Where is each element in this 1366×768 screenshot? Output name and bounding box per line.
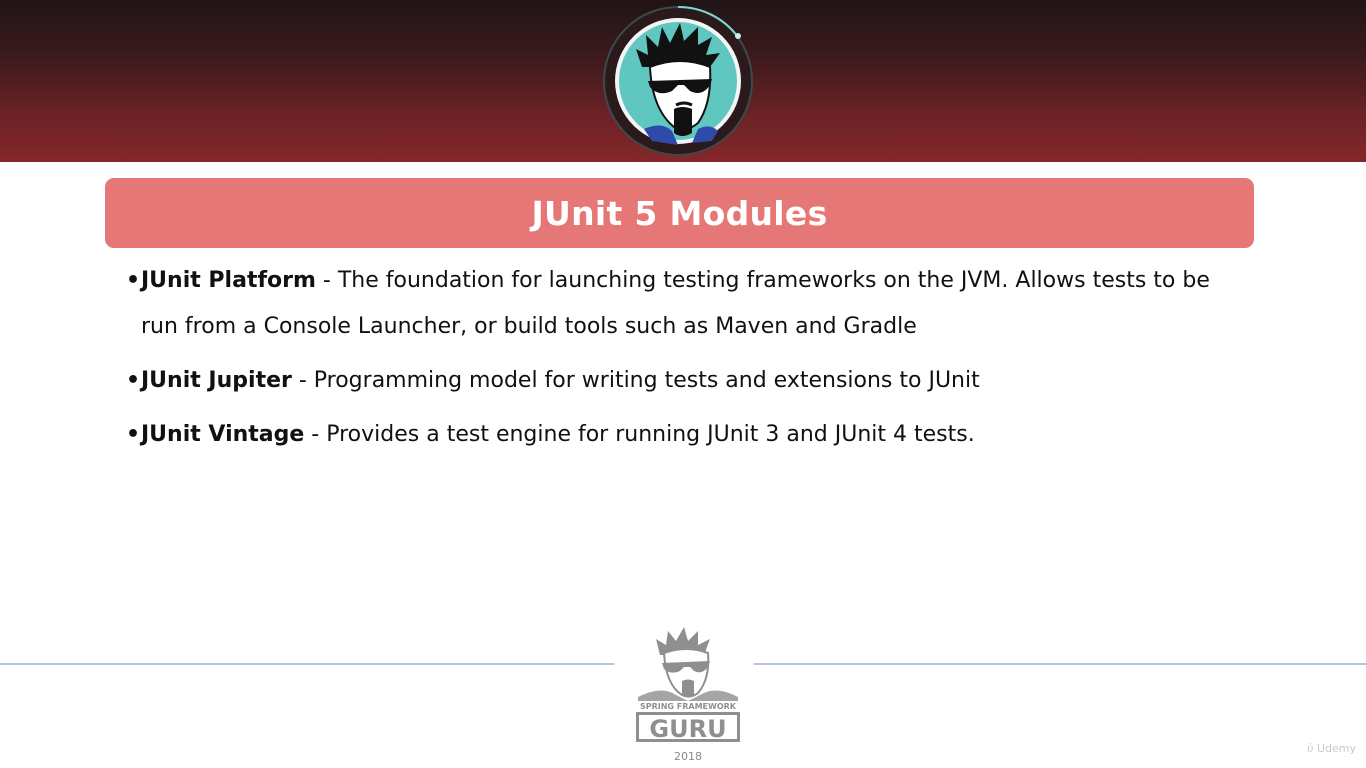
bullet-term: JUnit Vintage xyxy=(141,422,305,447)
presenter-avatar xyxy=(602,5,754,157)
slide-title: JUnit 5 Modules xyxy=(531,193,828,233)
bullet-description: - Programming model for writing tests an… xyxy=(291,368,980,393)
udemy-logo-icon: ὐ xyxy=(1307,742,1317,755)
bullet-item-junit-jupiter: • JUnit Jupiter - Programming model for w… xyxy=(126,358,1246,404)
footer-divider-right xyxy=(754,663,1366,665)
guru-logo-icon: SPRING FRAMEWORK GURU xyxy=(636,627,740,743)
logo-top-text: SPRING FRAMEWORK xyxy=(640,702,737,711)
bullet-icon: • xyxy=(126,368,141,393)
bullet-term: JUnit Platform xyxy=(141,268,316,293)
footer-divider-left xyxy=(0,663,614,665)
bullet-list: • JUnit Platform - The foundation for lau… xyxy=(126,258,1246,466)
slide-title-bar: JUnit 5 Modules xyxy=(105,178,1254,248)
spring-framework-guru-logo: SPRING FRAMEWORK GURU xyxy=(632,625,744,745)
footer-year: 2018 xyxy=(674,750,702,763)
slide: JUnit 5 Modules • JUnit Platform - The fo… xyxy=(0,0,1366,768)
udemy-watermark: ὐ Udemy xyxy=(1307,742,1356,755)
avatar-illustration xyxy=(603,5,753,156)
bullet-description: - Provides a test engine for running JUn… xyxy=(304,422,975,447)
bullet-item-junit-vintage: • JUnit Vintage - Provides a test engine … xyxy=(126,412,1246,458)
bullet-term: JUnit Jupiter xyxy=(141,368,292,393)
bullet-item-junit-platform: • JUnit Platform - The foundation for lau… xyxy=(126,258,1246,350)
bullet-icon: • xyxy=(126,422,141,447)
bullet-icon: • xyxy=(126,268,141,293)
logo-main-text: GURU xyxy=(649,715,726,743)
udemy-watermark-text: Udemy xyxy=(1316,742,1356,755)
